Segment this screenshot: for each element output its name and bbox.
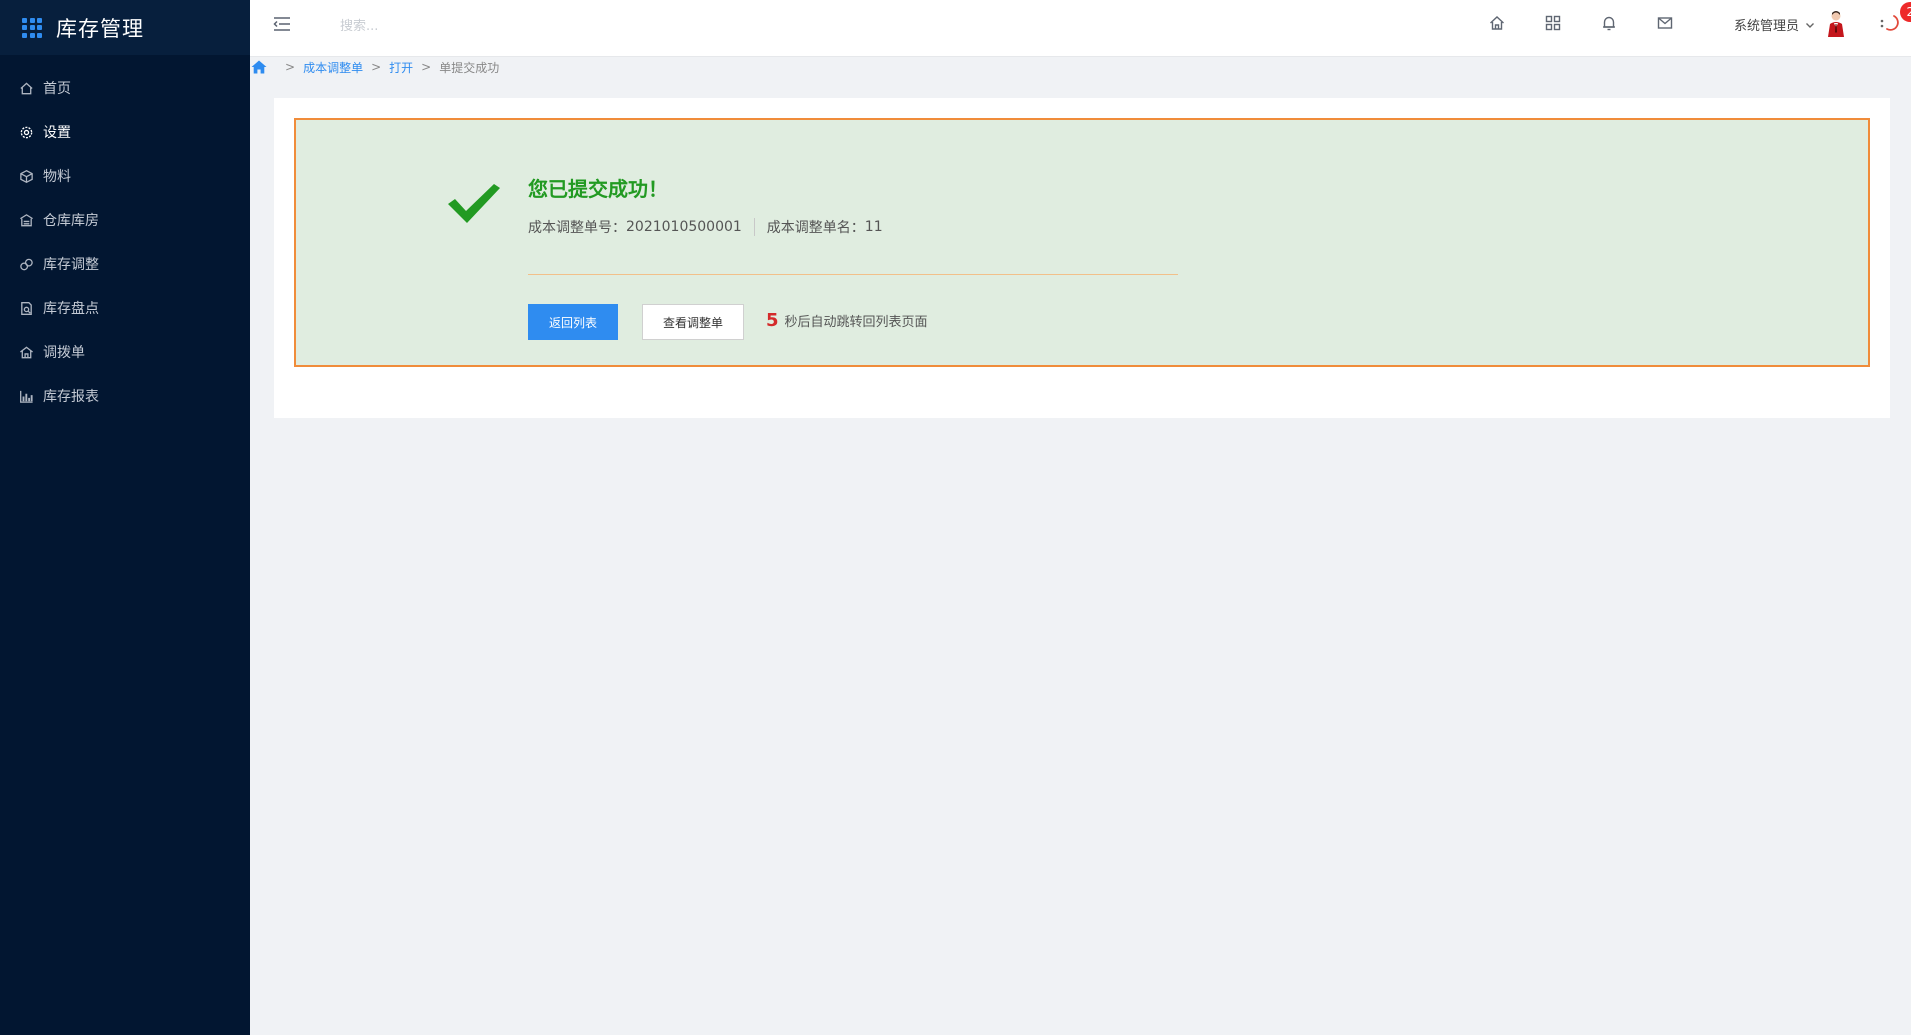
breadcrumb-separator: >: [421, 60, 432, 74]
home-icon[interactable]: [1488, 14, 1508, 34]
sidebar-item-home[interactable]: 首页: [0, 66, 250, 110]
breadcrumb-link-cost-adjust[interactable]: 成本调整单: [303, 59, 363, 76]
sidebar-item-stock-adjust[interactable]: 库存调整: [0, 242, 250, 286]
content-panel: 您已提交成功！ 成本调整单号： 2021010500001 成本调整单名： 11…: [274, 98, 1890, 418]
breadcrumb: > 成本调整单 > 打开 > 单提交成功: [250, 57, 1911, 77]
app-root: 库存管理 首页 设置 物料 仓库库房 库存调整 库存盘点 调拨单 库存报表 搜索…: [0, 0, 1911, 1035]
mail-icon[interactable]: [1656, 14, 1676, 34]
sidebar-item-label: 库存调整: [43, 257, 99, 273]
warehouse-icon: [18, 212, 34, 228]
success-title: 您已提交成功！: [528, 177, 668, 201]
success-result-box: 您已提交成功！ 成本调整单号： 2021010500001 成本调整单名： 11…: [294, 118, 1870, 367]
sidebar-item-warehouse[interactable]: 仓库库房: [0, 198, 250, 242]
transfer-icon: [18, 344, 34, 360]
home-icon[interactable]: [251, 60, 267, 74]
logo[interactable]: 库存管理: [0, 0, 250, 55]
sidebar-item-label: 设置: [43, 125, 71, 141]
user-menu[interactable]: 系统管理员: [1734, 14, 1815, 34]
order-info: 成本调整单号： 2021010500001 成本调整单名： 11: [528, 217, 883, 237]
breadcrumb-separator: >: [371, 60, 382, 74]
sidebar-item-label: 库存报表: [43, 389, 99, 405]
inventory-check-icon: [18, 300, 34, 316]
order-no-label: 成本调整单号：: [528, 220, 626, 236]
countdown-text: 秒后自动跳转回列表页面: [784, 315, 928, 330]
sidebar-item-label: 库存盘点: [43, 301, 99, 317]
app-title: 库存管理: [56, 16, 144, 41]
more-loading-icon[interactable]: [1878, 12, 1902, 36]
avatar[interactable]: [1825, 10, 1847, 38]
menu-toggle-icon[interactable]: [272, 15, 292, 33]
order-name-label: 成本调整单名：: [766, 220, 865, 236]
search-input[interactable]: [340, 14, 600, 38]
order-no-value: 2021010500001: [626, 219, 742, 235]
sidebar-item-transfer[interactable]: 调拨单: [0, 330, 250, 374]
back-to-list-button[interactable]: 返回列表: [528, 304, 618, 340]
adjust-icon: [18, 256, 34, 272]
topbar: 231 系统管理员: [250, 0, 1911, 57]
checkmark-icon: [446, 180, 502, 226]
bar-chart-icon: [18, 388, 34, 404]
sidebar-item-materials[interactable]: 物料: [0, 154, 250, 198]
sidebar-item-stocktake[interactable]: 库存盘点: [0, 286, 250, 330]
chevron-down-icon: [1805, 19, 1815, 29]
sidebar-item-stock-report[interactable]: 库存报表: [0, 374, 250, 418]
breadcrumb-link-open[interactable]: 打开: [389, 59, 413, 76]
countdown-seconds: 5: [766, 310, 779, 331]
apps-grid-icon: [22, 17, 42, 38]
sidebar-item-label: 首页: [43, 81, 71, 97]
gear-icon: [18, 124, 34, 140]
sidebar-item-settings[interactable]: 设置: [0, 110, 250, 154]
sidebar-item-label: 仓库库房: [43, 213, 99, 229]
cube-icon: [18, 168, 34, 184]
sidebar-menu: 首页 设置 物料 仓库库房 库存调整 库存盘点 调拨单 库存报表: [0, 66, 250, 418]
sidebar-item-label: 物料: [43, 169, 71, 185]
bell-icon[interactable]: [1600, 14, 1620, 34]
order-name-value: 11: [864, 219, 883, 235]
info-divider: [753, 218, 755, 236]
user-name: 系统管理员: [1734, 18, 1800, 34]
view-adjustment-button[interactable]: 查看调整单: [642, 304, 744, 340]
breadcrumb-current: 单提交成功: [439, 60, 500, 75]
divider: [528, 274, 1178, 275]
breadcrumb-separator: >: [285, 60, 296, 74]
sidebar: 库存管理 首页 设置 物料 仓库库房 库存调整 库存盘点 调拨单 库存报表: [0, 0, 250, 1035]
sidebar-item-label: 调拨单: [43, 345, 85, 361]
home-icon: [18, 80, 34, 96]
redirect-countdown: 5 秒后自动跳转回列表页面: [766, 310, 928, 331]
apps-grid-icon[interactable]: [1544, 14, 1564, 34]
